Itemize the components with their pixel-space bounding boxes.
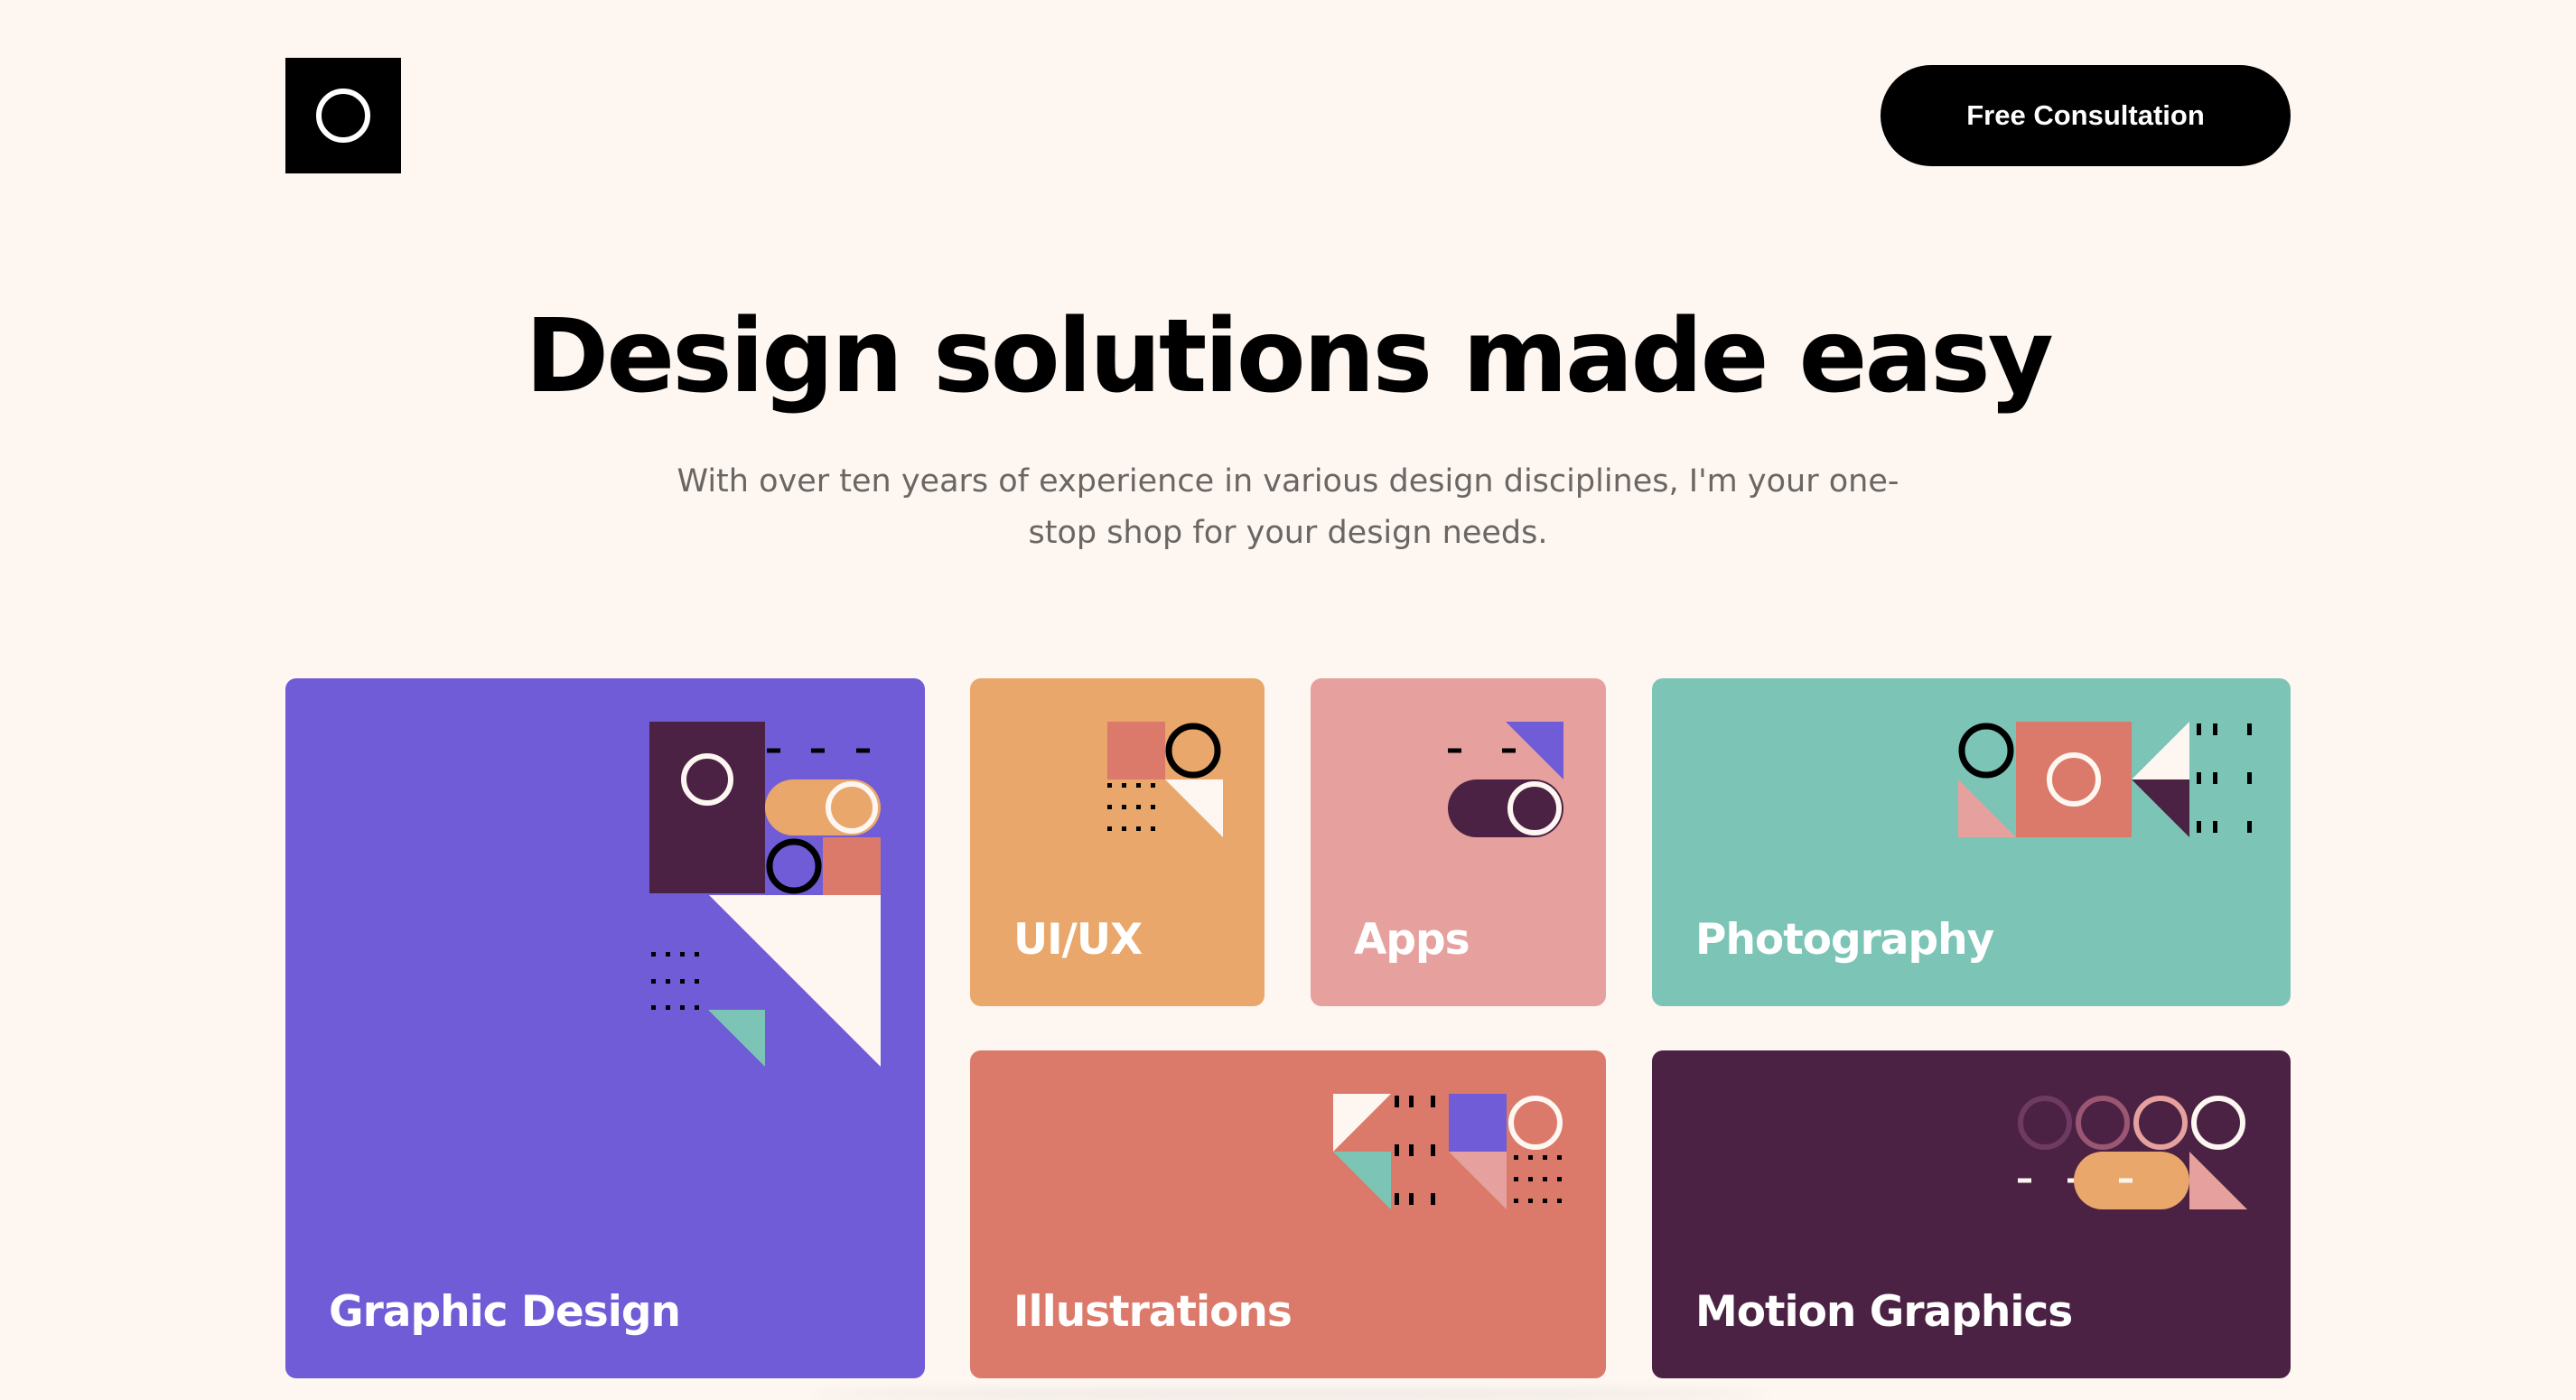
service-card-apps[interactable]: Apps bbox=[1311, 678, 1606, 1006]
service-label: UI/UX bbox=[1013, 915, 1143, 965]
free-consultation-button[interactable]: Free Consultation bbox=[1881, 65, 2291, 166]
service-label: Illustrations bbox=[1013, 1287, 1293, 1337]
service-card-motion-graphics[interactable]: Motion Graphics bbox=[1652, 1050, 2291, 1378]
service-label: Apps bbox=[1354, 915, 1470, 965]
service-card-ui-ux[interactable]: UI/UX bbox=[970, 678, 1265, 1006]
service-card-photography[interactable]: Photography bbox=[1652, 678, 2291, 1006]
hero-subtitle: With over ten years of experience in var… bbox=[677, 463, 1899, 551]
circle-logo-icon bbox=[316, 89, 370, 143]
service-label: Graphic Design bbox=[329, 1287, 681, 1337]
card-shadow bbox=[813, 1389, 1770, 1400]
logo[interactable] bbox=[285, 58, 401, 173]
service-label: Motion Graphics bbox=[1695, 1287, 2073, 1337]
page: Free Consultation Design solutions made … bbox=[0, 0, 2576, 1400]
service-label: Photography bbox=[1695, 915, 1994, 965]
service-card-illustrations[interactable]: Illustrations bbox=[970, 1050, 1606, 1378]
graphic-design-illustration-icon bbox=[649, 722, 881, 1067]
service-card-graphic-design[interactable]: Graphic Design bbox=[285, 678, 925, 1378]
hero-title: Design solutions made easy bbox=[525, 298, 2054, 415]
